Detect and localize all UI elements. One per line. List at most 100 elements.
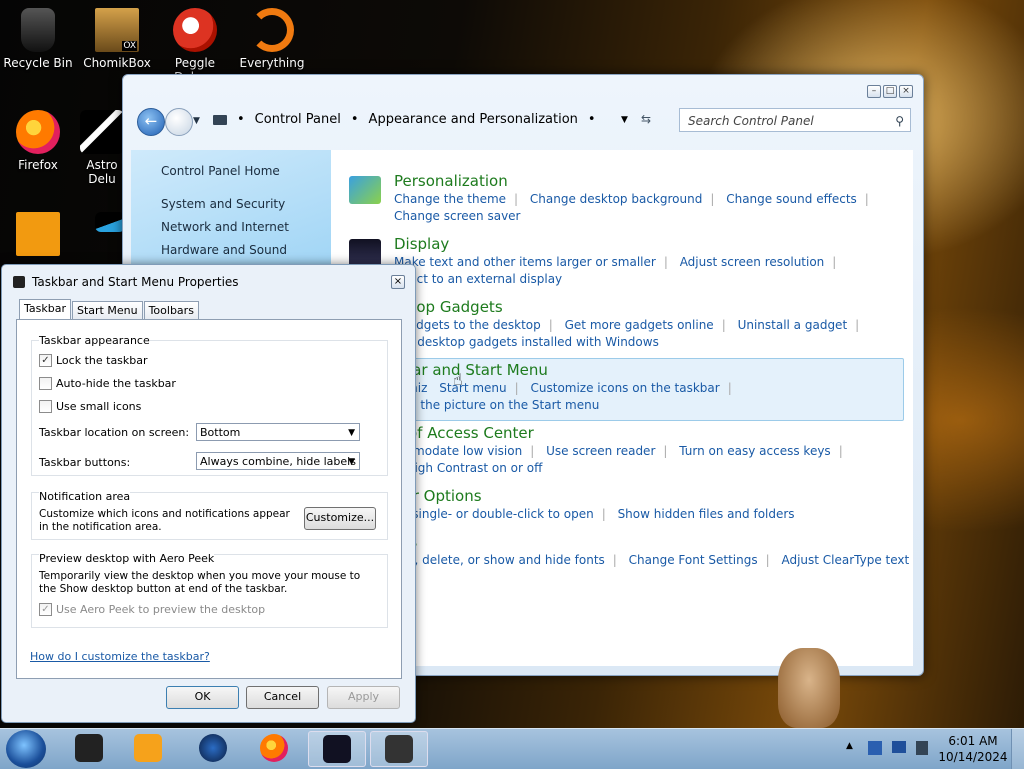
tray-icon-2[interactable] bbox=[892, 741, 906, 753]
maximize-button[interactable]: □ bbox=[883, 85, 897, 98]
taskbar-app-3[interactable] bbox=[185, 731, 241, 765]
link[interactable]: Change sound effects bbox=[726, 192, 857, 206]
firefox-desktop-icon[interactable]: Firefox bbox=[0, 110, 76, 172]
show-desktop-button[interactable] bbox=[1011, 729, 1024, 769]
cancel-button[interactable]: Cancel bbox=[246, 686, 319, 709]
link-row: n High Contrast on or off bbox=[394, 461, 550, 475]
firefox-icon bbox=[16, 110, 60, 154]
category-title[interactable]: Personalization bbox=[394, 172, 508, 190]
link[interactable]: n High Contrast on or off bbox=[394, 461, 542, 475]
buttons-value: Always combine, hide labels bbox=[200, 455, 356, 468]
separator: | bbox=[838, 444, 843, 458]
link-row: ore desktop gadgets installed with Windo… bbox=[394, 335, 667, 349]
location-select[interactable]: Bottom ▼ bbox=[196, 423, 360, 441]
chomikbox-icon: OX bbox=[95, 8, 139, 52]
apply-button[interactable]: Apply bbox=[327, 686, 400, 709]
breadcrumb-separator: • bbox=[237, 112, 245, 127]
link[interactable]: ore desktop gadgets installed with Windo… bbox=[394, 335, 659, 349]
taskbar-media-player[interactable] bbox=[120, 731, 176, 765]
link[interactable]: Adjust screen resolution bbox=[680, 255, 825, 269]
dialog-close-button[interactable]: × bbox=[391, 275, 405, 289]
taskbar-app-1[interactable] bbox=[61, 731, 117, 765]
forward-button[interactable] bbox=[165, 108, 193, 136]
checkbox-box bbox=[39, 400, 52, 413]
nav-system-security[interactable]: System and Security bbox=[161, 197, 285, 211]
recycle-bin-desktop-icon[interactable]: Recycle Bin bbox=[0, 8, 76, 70]
search-input[interactable]: Search Control Panel ⚲ bbox=[679, 108, 911, 132]
desktop-icon-label: Recycle Bin bbox=[3, 56, 73, 70]
search-placeholder: Search Control Panel bbox=[688, 114, 814, 128]
start-button[interactable] bbox=[6, 730, 46, 768]
link[interactable]: l gadgets to the desktop bbox=[394, 318, 541, 332]
minimize-button[interactable]: – bbox=[867, 85, 881, 98]
small-icons-checkbox[interactable]: Use small icons bbox=[39, 400, 141, 413]
taskbar-firefox[interactable] bbox=[246, 731, 302, 765]
peggle-desktop-icon[interactable]: Peggle Deluxe bbox=[157, 8, 233, 84]
clock[interactable]: 6:01 AM 10/14/2024 bbox=[938, 733, 1008, 765]
link[interactable]: Start menu bbox=[439, 381, 506, 395]
link[interactable]: iew, delete, or show and hide fonts bbox=[394, 553, 605, 567]
link[interactable]: Uninstall a gadget bbox=[738, 318, 848, 332]
lock-taskbar-checkbox[interactable]: ✓ Lock the taskbar bbox=[39, 354, 148, 367]
address-dropdown-icon[interactable]: ▼ bbox=[621, 115, 628, 125]
desktop-icon-label: Firefox bbox=[18, 158, 58, 172]
astro-desktop-icon[interactable]: Astro Delu bbox=[80, 110, 124, 186]
tray-icon-3[interactable] bbox=[916, 741, 928, 755]
nav-hardware-sound[interactable]: Hardware and Sound bbox=[161, 243, 287, 257]
link[interactable]: Change Font Settings bbox=[629, 553, 758, 567]
separator: | bbox=[832, 255, 837, 269]
tray-icon-1[interactable] bbox=[868, 741, 882, 755]
display-icon bbox=[349, 239, 381, 267]
refresh-icon[interactable]: ⇆ bbox=[641, 112, 651, 126]
aero-peek-group-label: Preview desktop with Aero Peek bbox=[39, 552, 215, 565]
close-button[interactable]: × bbox=[899, 85, 913, 98]
link[interactable]: Show hidden files and folders bbox=[618, 507, 795, 521]
appearance-group-label: Taskbar appearance bbox=[39, 334, 150, 347]
tab-taskbar[interactable]: Taskbar bbox=[19, 299, 71, 320]
link[interactable]: Adjust ClearType text bbox=[781, 553, 909, 567]
link[interactable]: Change screen saver bbox=[394, 209, 521, 223]
link[interactable]: nnect to an external display bbox=[394, 272, 562, 286]
help-link[interactable]: How do I customize the taskbar? bbox=[30, 650, 210, 663]
ok-button[interactable]: OK bbox=[166, 686, 239, 709]
link[interactable]: nge the picture on the Start menu bbox=[394, 398, 599, 412]
app-icon bbox=[16, 212, 60, 256]
link[interactable]: Customize icons on the taskbar bbox=[531, 381, 720, 395]
breadcrumb-separator: • bbox=[587, 112, 596, 127]
link[interactable]: Make text and other items larger or smal… bbox=[394, 255, 656, 269]
taskbar-properties[interactable] bbox=[370, 731, 428, 767]
link-row: Change the theme | Change desktop backgro… bbox=[394, 192, 877, 206]
customize-button[interactable]: Customize... bbox=[304, 507, 376, 530]
link-row: Make text and other items larger or smal… bbox=[394, 255, 844, 269]
link[interactable]: Turn on easy access keys bbox=[679, 444, 830, 458]
separator: | bbox=[530, 444, 535, 458]
auto-hide-checkbox[interactable]: Auto-hide the taskbar bbox=[39, 377, 176, 390]
checkbox-label: Use small icons bbox=[56, 400, 142, 413]
recent-pages-dropdown[interactable]: ▼ bbox=[193, 116, 200, 126]
category-title[interactable]: kbar and Start Menu bbox=[394, 361, 548, 379]
category-title[interactable]: Display bbox=[394, 235, 449, 253]
everything-desktop-icon[interactable]: Everything bbox=[234, 8, 310, 70]
app2-icon bbox=[95, 212, 125, 232]
aero-peek-checkbox[interactable]: ✓ Use Aero Peek to preview the desktop bbox=[39, 603, 265, 616]
checkbox-box bbox=[39, 377, 52, 390]
link[interactable]: Get more gadgets online bbox=[565, 318, 714, 332]
nav-control-panel-home[interactable]: Control Panel Home bbox=[161, 164, 280, 178]
buttons-select[interactable]: Always combine, hide labels ▼ bbox=[196, 452, 360, 470]
chomikbox-desktop-icon[interactable]: OX ChomikBox bbox=[79, 8, 155, 70]
dropdown-arrow-icon: ▼ bbox=[348, 457, 355, 467]
link[interactable]: Change the theme bbox=[394, 192, 506, 206]
link[interactable]: Use screen reader bbox=[546, 444, 655, 458]
nav-network-internet[interactable]: Network and Internet bbox=[161, 220, 289, 234]
link[interactable]: ify single- or double-click to open bbox=[394, 507, 594, 521]
taskbar-control-panel[interactable] bbox=[308, 731, 366, 767]
app-desktop-icon[interactable] bbox=[10, 212, 66, 260]
checkbox-label: Lock the taskbar bbox=[56, 354, 148, 367]
link-row: nge the picture on the Start menu bbox=[394, 398, 607, 412]
checkbox-label: Use Aero Peek to preview the desktop bbox=[56, 603, 266, 616]
back-button[interactable]: ← bbox=[137, 108, 165, 136]
breadcrumb-appearance[interactable]: Appearance and Personalization bbox=[369, 108, 578, 132]
breadcrumb-control-panel[interactable]: Control Panel bbox=[255, 108, 341, 132]
link[interactable]: Change desktop background bbox=[530, 192, 702, 206]
show-hidden-icons[interactable]: ▲ bbox=[846, 741, 853, 751]
